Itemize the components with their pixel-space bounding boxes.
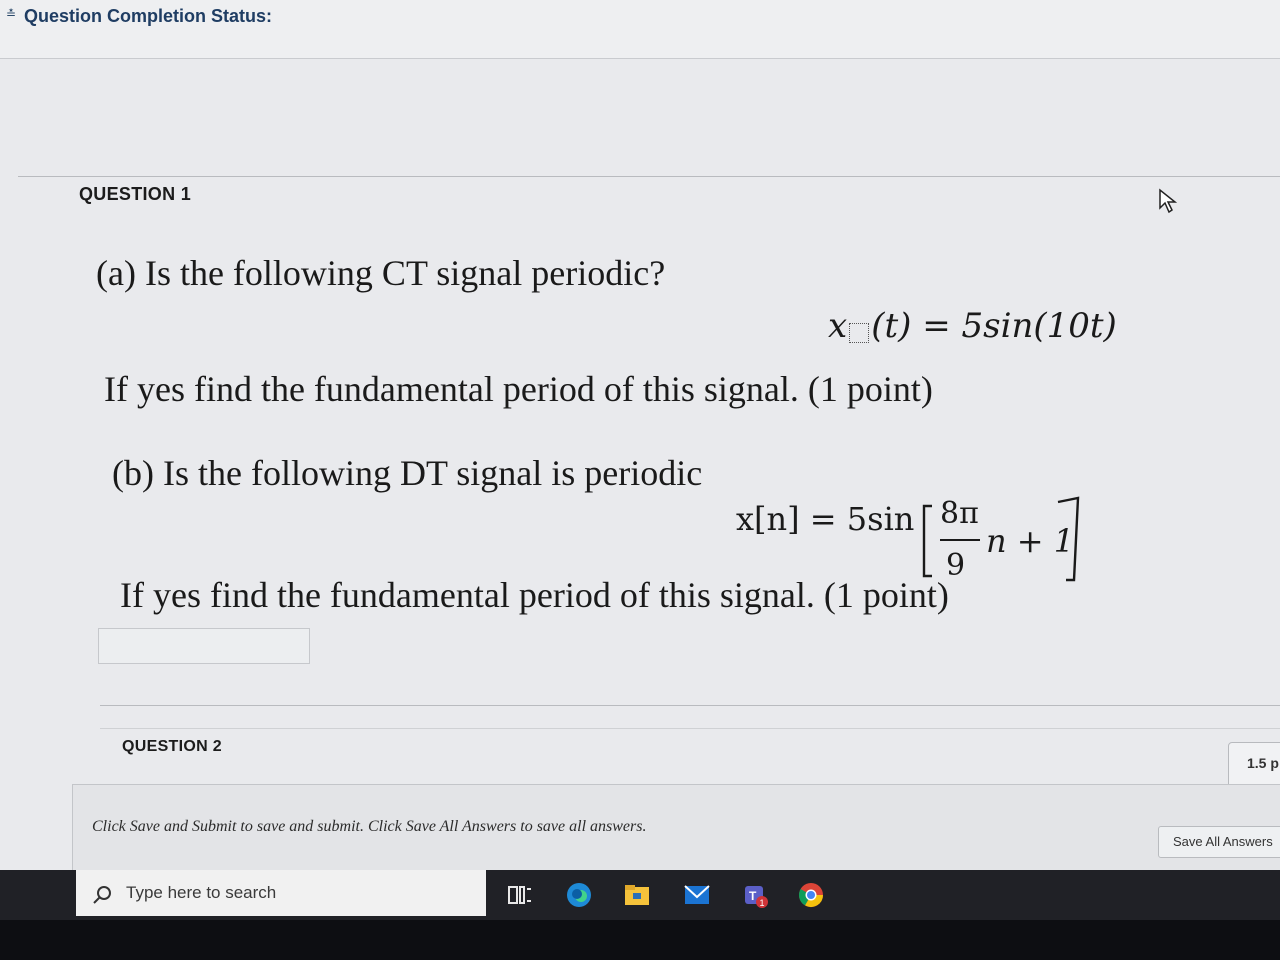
equation-a: x (t) = 5sin(10t) [828,306,1117,346]
edge-icon[interactable] [564,880,594,910]
chrome-icon[interactable] [796,880,826,910]
equation-b-lhs: x[n] = 5sin [736,500,915,538]
question-2-title: QUESTION 2 [122,738,222,755]
equation-a-rest: (t) = 5sin(10t) [871,306,1117,346]
task-view-icon[interactable] [504,880,534,910]
answer-input[interactable] [98,628,310,664]
question-1-title: QUESTION 1 [79,184,192,204]
mail-icon[interactable] [682,880,712,910]
svg-text:T: T [749,889,757,903]
question-divider [100,728,1280,729]
question-divider [18,176,1280,177]
subscript-placeholder-icon [849,323,870,343]
equation-b-numerator: 8π [940,496,979,531]
question-divider [100,705,1280,706]
equation-b-tail: n + 1 [986,522,1075,560]
save-all-answers-label: Save All Answers [1173,834,1273,849]
completion-status-label[interactable]: Question Completion Status: [24,6,272,27]
question-part-b-followup: If yes find the fundamental period of th… [120,575,949,615]
file-explorer-icon[interactable] [622,880,652,910]
browser-viewport: ≛ Question Completion Status: QUESTION 1… [0,0,1280,870]
teams-badge: 1 [760,898,765,908]
search-placeholder: Type here to search [126,883,277,902]
search-icon [93,886,111,904]
taskbar-search-box[interactable]: Type here to search [76,870,486,916]
question-part-b: (b) Is the following DT signal is period… [112,453,703,493]
save-all-answers-button[interactable]: Save All Answers [1158,826,1280,858]
completion-status-bar[interactable]: ≛ Question Completion Status: [0,0,1280,59]
points-value: 1.5 p [1247,755,1279,771]
chevron-down-icon[interactable]: ≛ [6,7,16,21]
mouse-cursor-icon [1159,188,1178,214]
equation-a-lhs: x [828,306,848,346]
question-part-a-followup: If yes find the fundamental period of th… [104,369,933,409]
question-part-a: (a) Is the following CT signal periodic? [96,253,666,293]
laptop-bezel [0,920,1280,960]
points-badge: 1.5 p [1228,742,1280,790]
footer-instructions: Click Save and Submit to save and submit… [92,818,647,835]
equation-b: x[n] = 5sin [736,500,914,538]
teams-icon[interactable]: T 1 [740,880,770,910]
equation-b-denominator: 9 [946,548,966,583]
